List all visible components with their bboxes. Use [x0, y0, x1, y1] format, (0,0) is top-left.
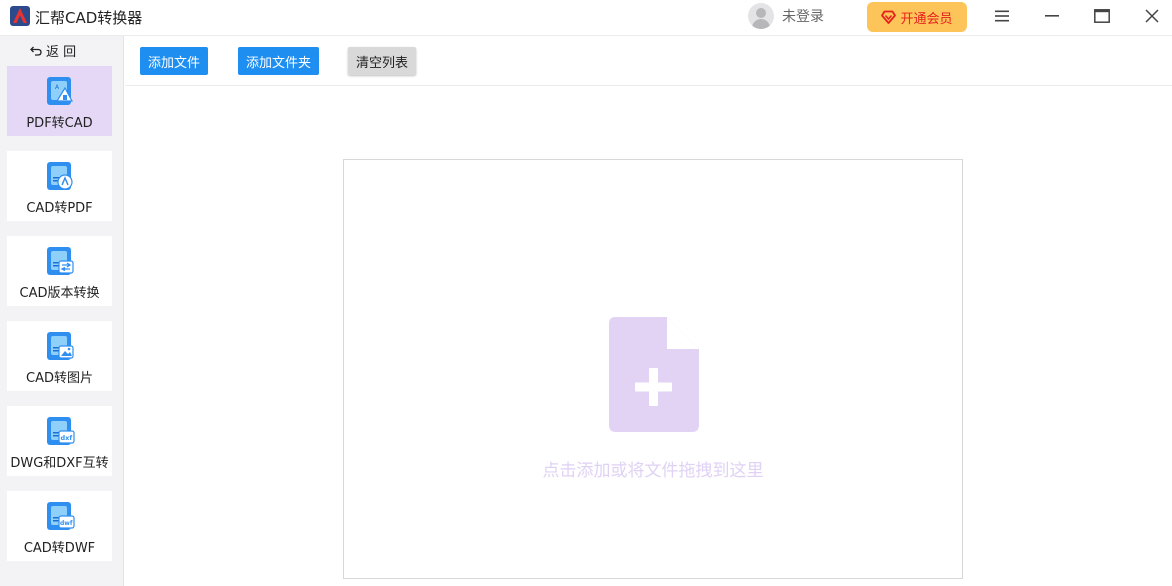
- add-folder-button[interactable]: 添加文件夹: [238, 47, 319, 75]
- maximize-icon: [1094, 9, 1110, 23]
- user-login[interactable]: 未登录: [748, 3, 824, 29]
- sidebar-item-label: CAD转DWF: [23, 541, 96, 556]
- sidebar-item-label: CAD转PDF: [26, 201, 93, 216]
- title-bar: 汇帮CAD转换器 未登录 开通会员: [0, 0, 1172, 36]
- menu-button[interactable]: [988, 4, 1016, 28]
- sidebar-item-cad-to-image[interactable]: CAD转图片: [7, 321, 112, 391]
- login-status-text[interactable]: 未登录: [782, 6, 824, 26]
- close-icon: [1145, 9, 1159, 23]
- cad-to-image-icon: [47, 332, 74, 360]
- back-button[interactable]: 返 回: [30, 41, 77, 60]
- file-drop-zone[interactable]: 点击添加或将文件拖拽到这里: [343, 159, 963, 579]
- vip-button[interactable]: 开通会员: [867, 2, 967, 32]
- toolbar: 添加文件 添加文件夹 清空列表: [125, 36, 1172, 86]
- app-logo-icon: [10, 6, 30, 26]
- minimize-button[interactable]: [1038, 4, 1066, 28]
- hamburger-menu-icon: [995, 10, 1009, 22]
- svg-text:dxf: dxf: [61, 434, 73, 442]
- sidebar-item-cad-to-pdf[interactable]: CAD转PDF: [7, 151, 112, 221]
- dwg-dxf-convert-icon: dxf: [47, 417, 75, 445]
- sidebar-item-label: CAD转图片: [26, 371, 93, 386]
- sidebar-item-cad-to-dwf[interactable]: dwf CAD转DWF: [7, 491, 112, 561]
- close-button[interactable]: [1138, 4, 1166, 28]
- vip-button-label: 开通会员: [900, 11, 953, 27]
- sidebar-item-label: CAD版本转换: [19, 286, 100, 301]
- sidebar-item-label: DWG和DXF互转: [10, 456, 109, 471]
- clear-list-button[interactable]: 清空列表: [348, 47, 416, 75]
- maximize-button[interactable]: [1088, 4, 1116, 28]
- svg-text:dwf: dwf: [60, 520, 73, 527]
- cad-to-pdf-icon: [47, 162, 73, 190]
- diamond-heart-icon: [881, 10, 897, 24]
- drop-hint-text: 点击添加或将文件拖拽到这里: [542, 461, 764, 481]
- add-file-button[interactable]: 添加文件: [140, 47, 208, 75]
- cad-version-convert-icon: [47, 247, 74, 275]
- sidebar-item-cad-version-convert[interactable]: CAD版本转换: [7, 236, 112, 306]
- sidebar-item-label: PDF转CAD: [26, 116, 93, 131]
- sidebar: 返 回 A PDF转CAD CAD转PDF CAD版本转换 CAD转图片 dxf…: [0, 36, 124, 586]
- back-label: 返 回: [46, 44, 77, 60]
- add-file-icon: [609, 317, 699, 432]
- pdf-to-cad-icon: A: [47, 77, 74, 105]
- cad-to-dwf-icon: dwf: [47, 502, 75, 530]
- avatar: [748, 3, 774, 29]
- back-arrow-icon: [30, 46, 42, 56]
- app-title: 汇帮CAD转换器: [35, 9, 143, 27]
- minimize-icon: [1045, 15, 1059, 17]
- sidebar-item-dwg-dxf-convert[interactable]: dxf DWG和DXF互转: [7, 406, 112, 476]
- sidebar-item-pdf-to-cad[interactable]: A PDF转CAD: [7, 66, 112, 136]
